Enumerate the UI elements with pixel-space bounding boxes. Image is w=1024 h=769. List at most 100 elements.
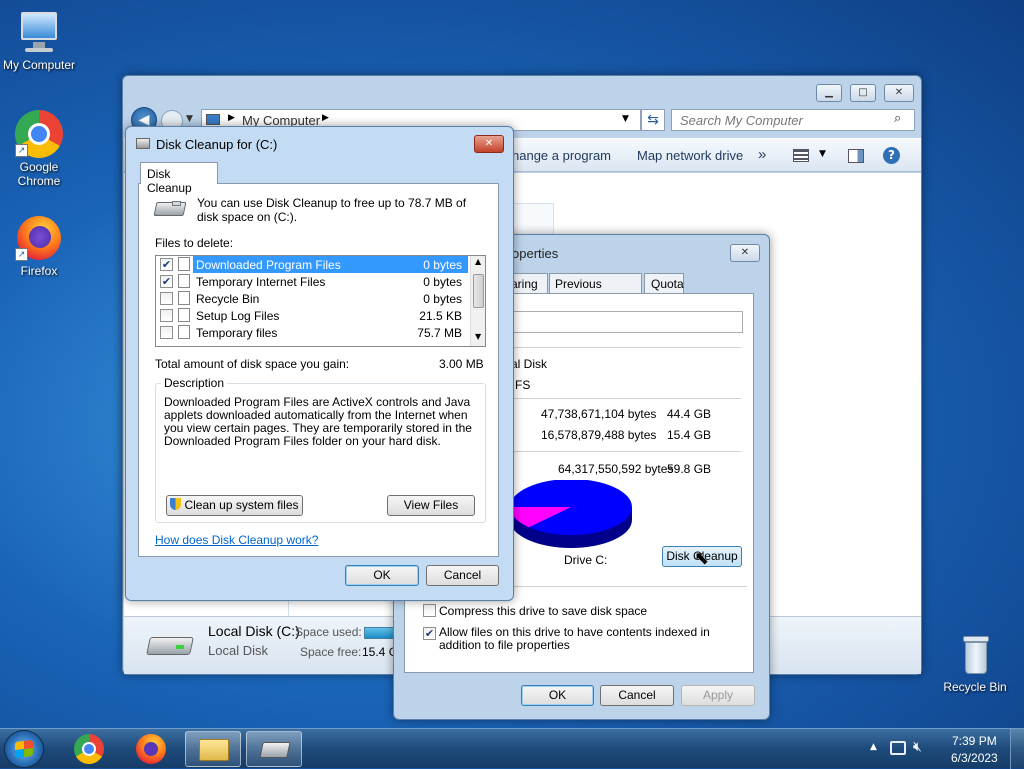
search-box[interactable]: Search My Computer ⌕ — [671, 109, 915, 131]
compress-checkbox[interactable] — [423, 604, 436, 617]
files-list: ✔ Downloaded Program Files 0 bytes ✔ Tempora… — [155, 255, 486, 347]
desktop-icon-recycle-bin[interactable]: Recycle Bin — [932, 630, 1018, 694]
drive-label-input[interactable] — [503, 311, 743, 333]
free-gb: 15.4 GB — [667, 428, 712, 442]
properties-tab-previous-versions[interactable]: Previous Versions — [549, 273, 642, 305]
change-view-icon[interactable] — [793, 149, 809, 162]
disk-cleanup-cancel-button[interactable]: Cancel — [426, 565, 499, 586]
maximize-button[interactable]: □ — [850, 84, 876, 102]
desktop-icon-firefox[interactable]: ↗ Firefox — [0, 214, 82, 278]
file-type-icon — [178, 291, 190, 305]
start-button[interactable] — [4, 730, 44, 768]
map-network-drive-button[interactable]: Map network drive — [637, 148, 743, 163]
file-size: 0 bytes — [423, 292, 462, 306]
separator — [503, 398, 741, 399]
computer-small-icon — [206, 114, 220, 125]
refresh-icon: ⇆ — [647, 112, 659, 128]
desktop-icon-label: Firefox — [20, 264, 58, 278]
uninstall-program-button[interactable]: hange a program — [512, 148, 611, 163]
file-checkbox[interactable] — [160, 309, 173, 322]
show-hidden-icons-button[interactable]: ▲ — [870, 742, 877, 752]
network-icon[interactable] — [890, 741, 906, 755]
clock-date[interactable]: 6/3/2023 — [951, 751, 998, 765]
scroll-thumb[interactable] — [473, 274, 484, 308]
scroll-down-icon[interactable]: ▼ — [475, 332, 481, 341]
desktop-icon-label: Google Chrome — [17, 160, 61, 188]
recycle-bin-icon — [951, 630, 999, 678]
type-value: al Disk — [511, 357, 548, 371]
separator — [503, 451, 741, 452]
preview-pane-icon[interactable] — [848, 149, 864, 163]
properties-ok-button[interactable]: OK — [521, 685, 594, 706]
file-checkbox[interactable]: ✔ — [160, 258, 173, 271]
view-dropdown-icon[interactable]: ▼ — [819, 149, 826, 159]
desktop-icon-label: My Computer — [2, 58, 76, 72]
disk-cleanup-close-button[interactable]: ✕ — [474, 135, 504, 153]
shield-icon — [170, 498, 182, 510]
index-checkbox[interactable]: ✔ — [423, 627, 436, 640]
close-button[interactable]: ✕ — [884, 84, 914, 102]
view-files-button[interactable]: View Files — [387, 495, 475, 516]
folder-icon — [199, 739, 229, 761]
address-dropdown-icon[interactable]: ▼ — [622, 114, 629, 124]
file-type-icon — [178, 274, 190, 288]
disk-cleanup-tab[interactable]: Disk Cleanup — [140, 162, 218, 195]
properties-tab-quota[interactable]: Quota — [644, 273, 684, 293]
firefox-icon — [136, 734, 166, 764]
file-size: 21.5 KB — [419, 309, 462, 323]
search-placeholder: Search My Computer — [680, 113, 803, 128]
separator — [503, 347, 741, 348]
file-name: Recycle Bin — [196, 292, 260, 306]
properties-close-button[interactable]: ✕ — [730, 244, 760, 262]
clean-up-system-files-button[interactable]: Clean up system files — [166, 495, 303, 516]
file-system-value: FS — [515, 378, 531, 392]
file-checkbox[interactable] — [160, 326, 173, 339]
index-label: Allow files on this drive to have conten… — [439, 625, 710, 652]
show-desktop-button[interactable] — [1010, 729, 1024, 769]
taskbar-chrome[interactable] — [61, 731, 117, 767]
chrome-icon: ↗ — [15, 110, 63, 158]
refresh-button[interactable]: ⇆ — [641, 109, 665, 131]
disk-cleanup-dialog: Disk Cleanup for (C:) ✕ Disk Cleanup You… — [125, 126, 514, 601]
desktop-icon-google-chrome[interactable]: ↗ Google Chrome — [0, 110, 82, 188]
recent-pages-dropdown[interactable]: ▼ — [186, 114, 193, 124]
clock-time[interactable]: 7:39 PM — [952, 734, 997, 748]
list-item[interactable]: Recycle Bin 0 bytes — [156, 290, 469, 307]
chrome-icon — [74, 734, 104, 764]
file-checkbox[interactable] — [160, 292, 173, 305]
taskbar-explorer[interactable] — [185, 731, 241, 767]
total-gain-value: 3.00 MB — [439, 357, 484, 371]
drive-name: Local Disk (C:) — [208, 623, 300, 639]
file-checkbox[interactable]: ✔ — [160, 275, 173, 288]
desktop-icon-my-computer[interactable]: My Computer — [0, 8, 82, 72]
help-link[interactable]: How does Disk Cleanup work? — [155, 533, 318, 547]
scroll-up-icon[interactable]: ▲ — [475, 257, 481, 266]
cleanup-drive-icon — [153, 198, 187, 218]
desktop-icon-label: Recycle Bin — [943, 680, 1007, 694]
disk-cleanup-title: Disk Cleanup for (C:) — [156, 137, 278, 152]
disk-cleanup-ok-button[interactable]: OK — [345, 565, 419, 586]
more-commands-button[interactable]: » — [758, 146, 766, 163]
space-used-label: Space used: — [295, 625, 362, 639]
properties-cancel-button[interactable]: Cancel — [600, 685, 674, 706]
file-name: Temporary files — [196, 326, 278, 340]
free-bytes: 16,578,879,488 bytes — [541, 428, 657, 442]
list-item[interactable]: ✔ Downloaded Program Files 0 bytes — [156, 256, 469, 273]
list-item[interactable]: Temporary files 75.7 MB — [156, 324, 469, 341]
computer-icon — [15, 8, 63, 56]
list-item[interactable]: ✔ Temporary Internet Files 0 bytes — [156, 273, 469, 290]
list-item[interactable]: Setup Log Files 21.5 KB — [156, 307, 469, 324]
list-scrollbar[interactable]: ▲ ▼ — [470, 256, 485, 346]
help-icon[interactable]: ? — [883, 147, 900, 164]
file-name: Downloaded Program Files — [196, 258, 341, 272]
file-size: 0 bytes — [423, 258, 462, 272]
capacity-gb: 59.8 GB — [667, 462, 712, 476]
taskbar-firefox[interactable] — [123, 731, 179, 767]
used-gb: 44.4 GB — [667, 407, 712, 421]
capacity-bytes: 64,317,550,592 bytes — [558, 462, 674, 476]
minimize-button[interactable]: ▁ — [816, 84, 842, 102]
volume-muted-icon[interactable]: 🔇︎ — [913, 739, 922, 755]
taskbar-disk-cleanup[interactable] — [246, 731, 302, 767]
properties-apply-button[interactable]: Apply — [681, 685, 755, 706]
disk-cleanup-panel: You can use Disk Cleanup to free up to 7… — [138, 183, 499, 557]
